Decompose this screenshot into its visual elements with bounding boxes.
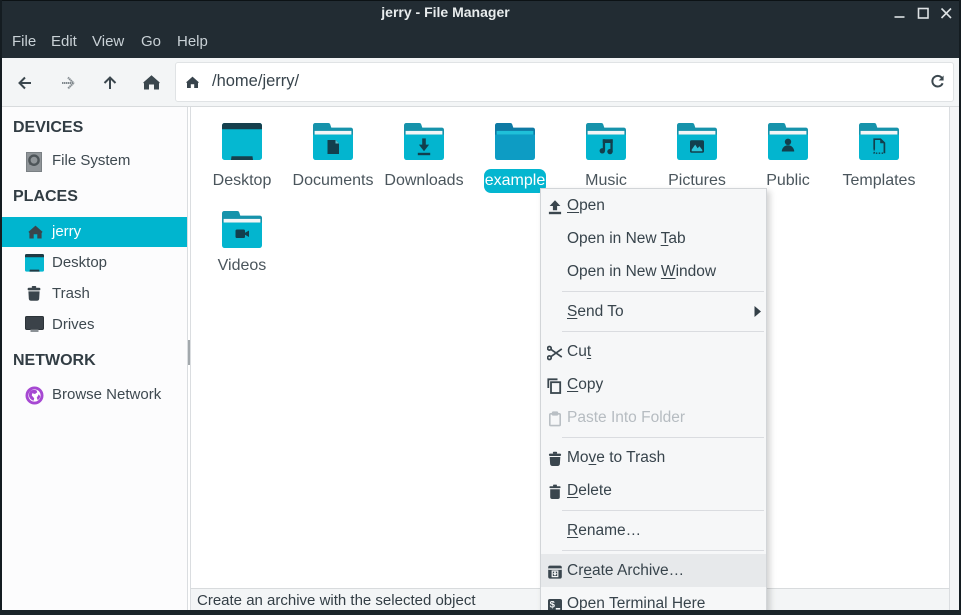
svg-text:$: $ [550,599,556,610]
